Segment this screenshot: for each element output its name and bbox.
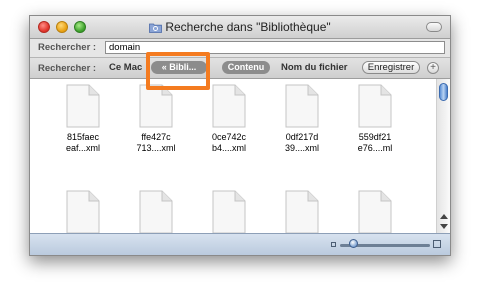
file-item[interactable] bbox=[196, 190, 262, 233]
search-label: Rechercher : bbox=[38, 42, 97, 53]
file-item[interactable] bbox=[342, 190, 408, 233]
toolbar-toggle-button[interactable] bbox=[426, 22, 442, 32]
file-item[interactable] bbox=[50, 190, 116, 233]
scrollbar-thumb[interactable] bbox=[439, 83, 448, 101]
document-icon bbox=[66, 190, 100, 233]
results-area: 815faec eaf...xml ffe427c 713....xml 0ce… bbox=[30, 79, 436, 233]
scope-label: Rechercher : bbox=[38, 63, 97, 74]
file-item[interactable]: 0ce742c b4....xml bbox=[196, 84, 262, 154]
file-item[interactable]: ffe427c 713....xml bbox=[123, 84, 189, 154]
document-icon bbox=[139, 190, 173, 233]
scroll-down-arrow-icon[interactable] bbox=[440, 224, 448, 229]
document-icon bbox=[139, 84, 173, 128]
document-icon bbox=[358, 190, 392, 233]
vertical-scrollbar[interactable] bbox=[436, 79, 450, 233]
title-bar: Recherche dans "Bibliothèque" bbox=[30, 16, 450, 39]
file-item[interactable] bbox=[123, 190, 189, 233]
folder-icon bbox=[149, 23, 163, 33]
scope-bar: Rechercher : Ce Mac « Bibli... Contenu N… bbox=[30, 58, 450, 79]
file-name: 559df21 e76....ml bbox=[357, 132, 393, 153]
scope-this-mac[interactable]: Ce Mac bbox=[109, 62, 142, 73]
finder-search-window: Recherche dans "Bibliothèque" Rechercher… bbox=[29, 15, 451, 256]
scope-content-pill[interactable]: Contenu bbox=[222, 61, 270, 74]
icon-size-slider-knob[interactable] bbox=[349, 239, 358, 248]
file-item[interactable]: 815faec eaf...xml bbox=[50, 84, 116, 154]
file-name: 0ce742c b4....xml bbox=[211, 132, 247, 153]
scope-filename[interactable]: Nom du fichier bbox=[281, 62, 348, 73]
plus-icon[interactable]: + bbox=[427, 62, 439, 74]
document-icon bbox=[285, 84, 319, 128]
file-item[interactable]: 559df21 e76....ml bbox=[342, 84, 408, 154]
document-icon bbox=[212, 84, 246, 128]
scroll-up-arrow-icon[interactable] bbox=[440, 214, 448, 219]
search-bar: Rechercher : domain bbox=[30, 39, 450, 58]
document-icon bbox=[358, 84, 392, 128]
window-title-wrap: Recherche dans "Bibliothèque" bbox=[30, 20, 450, 34]
file-item[interactable]: 0df217d 39....xml bbox=[269, 84, 335, 154]
highlight-annotation bbox=[146, 52, 210, 90]
file-item[interactable] bbox=[269, 190, 335, 233]
file-name: 815faec eaf...xml bbox=[65, 132, 100, 153]
large-icon-size-icon bbox=[433, 240, 441, 248]
document-icon bbox=[285, 190, 319, 233]
file-name: ffe427c 713....xml bbox=[136, 132, 176, 153]
save-search-button[interactable]: Enregistrer bbox=[362, 61, 420, 74]
document-icon bbox=[66, 84, 100, 128]
small-icon-size-icon bbox=[331, 242, 336, 247]
document-icon bbox=[212, 190, 246, 233]
file-name: 0df217d 39....xml bbox=[284, 132, 319, 153]
status-bar bbox=[30, 233, 450, 255]
window-title: Recherche dans "Bibliothèque" bbox=[165, 20, 331, 34]
